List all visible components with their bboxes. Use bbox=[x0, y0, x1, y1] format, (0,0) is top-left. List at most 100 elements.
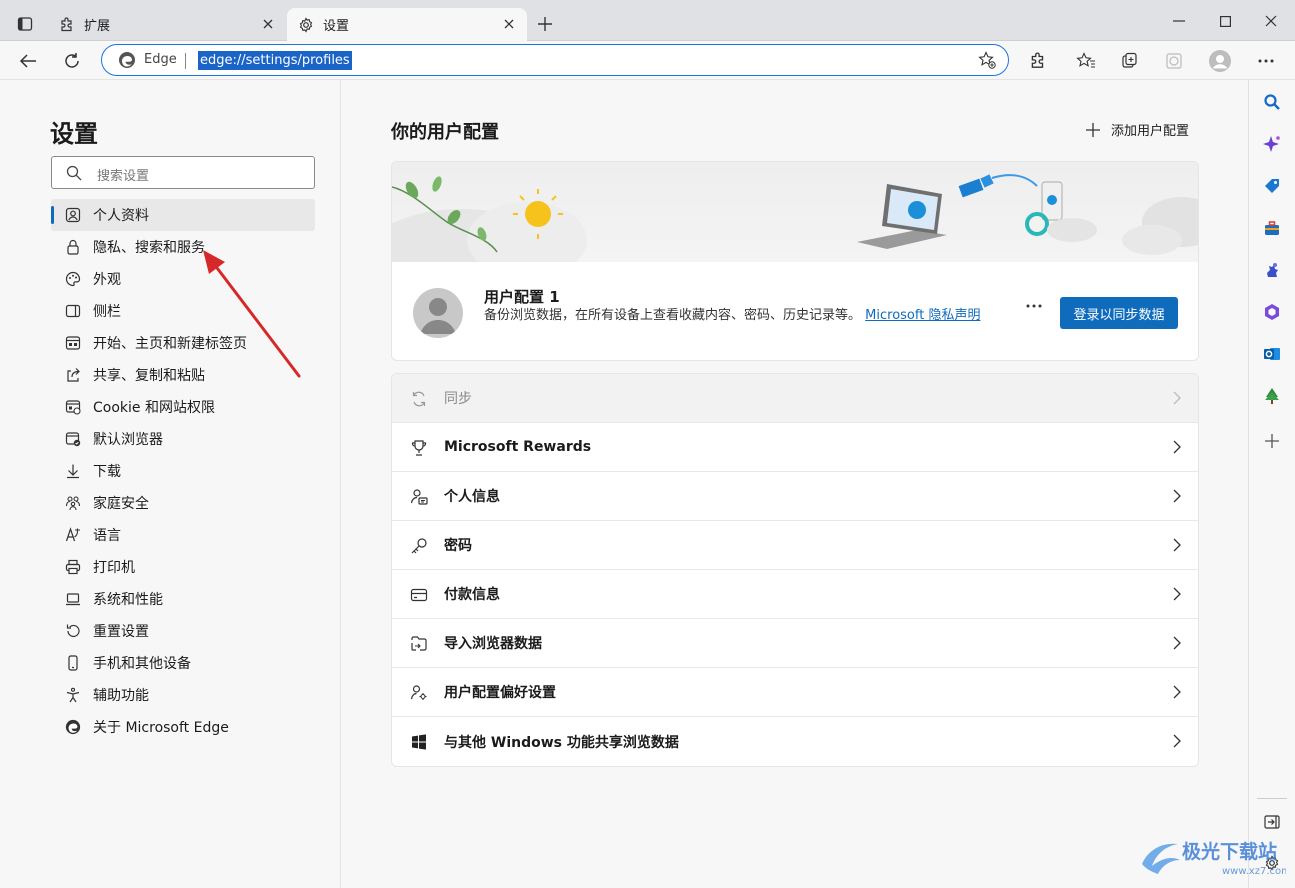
sidebar-item-share-copy[interactable]: 共享、复制和粘贴 bbox=[51, 359, 315, 391]
search-icon bbox=[66, 165, 82, 181]
tree-icon[interactable] bbox=[1261, 385, 1283, 407]
close-icon[interactable] bbox=[501, 16, 517, 32]
list-item-passwords[interactable]: 密码 bbox=[392, 521, 1198, 570]
watermark-logo: 极光下载站 www.xz7.com bbox=[1136, 834, 1286, 878]
window-close-button[interactable] bbox=[1248, 8, 1294, 34]
site-label: Edge bbox=[144, 52, 177, 67]
laptop-icon bbox=[65, 591, 81, 607]
favorites-icon[interactable] bbox=[1072, 47, 1100, 75]
search-icon[interactable] bbox=[1261, 91, 1283, 113]
close-icon[interactable] bbox=[260, 16, 276, 32]
tab-actions-icon[interactable] bbox=[10, 11, 40, 37]
cookie-icon bbox=[65, 399, 81, 415]
sidebar-item-reset[interactable]: 重置设置 bbox=[51, 615, 315, 647]
tools-icon[interactable] bbox=[1261, 217, 1283, 239]
search-placeholder: 搜索设置 bbox=[97, 169, 150, 184]
sidebar-item-downloads[interactable]: 下载 bbox=[51, 455, 315, 487]
add-sidebar-app-icon[interactable] bbox=[1261, 430, 1283, 452]
sidebar-item-profiles[interactable]: 个人资料 bbox=[51, 199, 315, 231]
sidebar-item-accessibility[interactable]: 辅助功能 bbox=[51, 679, 315, 711]
ie-mode-icon[interactable] bbox=[1160, 47, 1188, 75]
sidebar-item-start-home[interactable]: 开始、主页和新建标签页 bbox=[51, 327, 315, 359]
sidebar-item-about[interactable]: 关于 Microsoft Edge bbox=[51, 711, 315, 743]
add-favorite-icon[interactable] bbox=[978, 51, 996, 69]
download-icon bbox=[65, 463, 81, 479]
credit-card-icon bbox=[410, 586, 428, 604]
profile-settings-icon bbox=[410, 684, 428, 702]
puzzle-icon bbox=[58, 16, 76, 34]
sidebar-item-label: 个人资料 bbox=[93, 208, 149, 224]
avatar[interactable] bbox=[1206, 47, 1234, 75]
phone-icon bbox=[65, 655, 81, 671]
list-item-label: 付款信息 bbox=[444, 587, 500, 603]
list-item-sync[interactable]: 同步 bbox=[392, 374, 1198, 423]
sidebar-item-label: 语言 bbox=[93, 528, 121, 544]
games-icon[interactable] bbox=[1261, 259, 1283, 281]
chevron-right-icon bbox=[1172, 734, 1182, 748]
profile-card: 用户配置 1 备份浏览数据，在所有设备上查看收藏内容、密码、历史记录等。 Mic… bbox=[391, 161, 1199, 361]
list-item-label: 个人信息 bbox=[444, 489, 500, 505]
profile-settings-list: 同步 Microsoft Rewards 个人信息 密码 付款信息 导入浏览器数… bbox=[391, 373, 1199, 767]
settings-sidebar: 设置 搜索设置 个人资料 隐私、搜索和服务 外观 侧栏 开始、主页和新建标签页 … bbox=[1, 80, 341, 888]
sidebar-item-default-browser[interactable]: 默认浏览器 bbox=[51, 423, 315, 455]
privacy-statement-link[interactable]: Microsoft 隐私声明 bbox=[865, 308, 980, 323]
svg-text:www.xz7.com: www.xz7.com bbox=[1222, 866, 1286, 877]
sidebar-item-system[interactable]: 系统和性能 bbox=[51, 583, 315, 615]
edge-sidebar bbox=[1248, 80, 1295, 888]
sidebar-item-cookies[interactable]: Cookie 和网站权限 bbox=[51, 391, 315, 423]
sidebar-item-family-safety[interactable]: 家庭安全 bbox=[51, 487, 315, 519]
search-input[interactable]: 搜索设置 bbox=[51, 156, 315, 189]
microsoft-365-icon[interactable] bbox=[1261, 301, 1283, 323]
edge-logo-icon bbox=[65, 719, 81, 735]
list-item-personal-info[interactable]: 个人信息 bbox=[392, 472, 1198, 521]
hide-sidebar-icon[interactable] bbox=[1261, 811, 1283, 833]
list-item-label: 同步 bbox=[444, 391, 472, 407]
discover-icon[interactable] bbox=[1261, 133, 1283, 155]
import-icon bbox=[410, 635, 428, 653]
extensions-icon[interactable] bbox=[1024, 47, 1052, 75]
sidebar-item-label: 打印机 bbox=[93, 560, 135, 576]
list-item-profile-preferences[interactable]: 用户配置偏好设置 bbox=[392, 668, 1198, 717]
tab-label: 设置 bbox=[323, 19, 350, 34]
chevron-right-icon bbox=[1172, 685, 1182, 699]
list-item-rewards[interactable]: Microsoft Rewards bbox=[392, 423, 1198, 472]
profile-avatar bbox=[413, 288, 463, 338]
new-tab-button[interactable] bbox=[533, 12, 557, 36]
more-menu-icon[interactable] bbox=[1252, 47, 1280, 75]
sidebar-item-appearance[interactable]: 外观 bbox=[51, 263, 315, 295]
sidebar-item-phone[interactable]: 手机和其他设备 bbox=[51, 647, 315, 679]
address-bar[interactable]: Edge edge://settings/profiles bbox=[101, 44, 1009, 76]
minimize-button[interactable] bbox=[1156, 8, 1202, 34]
back-button[interactable] bbox=[14, 47, 42, 75]
tab-extensions[interactable]: 扩展 bbox=[48, 8, 286, 41]
sidebar-item-languages[interactable]: 语言 bbox=[51, 519, 315, 551]
sidebar-item-printers[interactable]: 打印机 bbox=[51, 551, 315, 583]
section-title: 你的用户配置 bbox=[391, 122, 499, 143]
edge-sidebar-divider bbox=[1257, 798, 1287, 799]
more-options-icon[interactable] bbox=[1024, 300, 1044, 312]
sign-in-sync-button[interactable]: 登录以同步数据 bbox=[1060, 297, 1178, 329]
sidebar-item-sidebar[interactable]: 侧栏 bbox=[51, 295, 315, 327]
list-item-import-data[interactable]: 导入浏览器数据 bbox=[392, 619, 1198, 668]
shopping-tag-icon[interactable] bbox=[1261, 175, 1283, 197]
tab-settings[interactable]: 设置 bbox=[287, 8, 527, 41]
sidebar-item-privacy[interactable]: 隐私、搜索和服务 bbox=[51, 231, 315, 263]
list-item-windows-share[interactable]: 与其他 Windows 功能共享浏览数据 bbox=[392, 717, 1198, 766]
collections-icon[interactable] bbox=[1116, 47, 1144, 75]
profile-name: 用户配置 1 bbox=[484, 288, 560, 306]
sync-icon bbox=[410, 390, 428, 408]
add-profile-button[interactable]: 添加用户配置 bbox=[1085, 120, 1189, 139]
add-profile-label: 添加用户配置 bbox=[1110, 124, 1189, 139]
refresh-button[interactable] bbox=[58, 47, 86, 75]
palette-icon bbox=[65, 271, 81, 287]
list-item-payment-info[interactable]: 付款信息 bbox=[392, 570, 1198, 619]
url-text[interactable]: edge://settings/profiles bbox=[198, 51, 352, 70]
trophy-icon bbox=[410, 439, 428, 457]
outlook-icon[interactable] bbox=[1261, 343, 1283, 365]
watermark-text: 极光下载站 bbox=[1182, 840, 1277, 863]
chevron-right-icon bbox=[1172, 440, 1182, 454]
maximize-button[interactable] bbox=[1202, 8, 1248, 34]
sidebar-item-label: 共享、复制和粘贴 bbox=[93, 368, 205, 384]
list-item-label: 与其他 Windows 功能共享浏览数据 bbox=[444, 734, 679, 751]
settings-page: 设置 搜索设置 个人资料 隐私、搜索和服务 外观 侧栏 开始、主页和新建标签页 … bbox=[1, 80, 1247, 888]
